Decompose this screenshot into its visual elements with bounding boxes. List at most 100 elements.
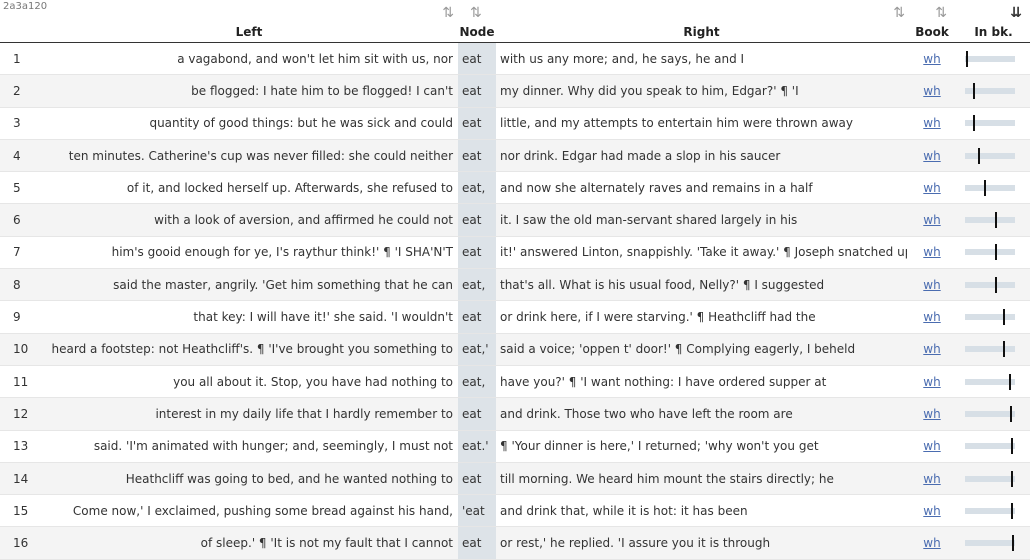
header-row: ⇅ Left ⇅ Node ⇅ Right ⇅ Book ⇊ In bk. [0,0,1030,43]
left-context: a vagabond, and won't let him sit with u… [40,42,458,76]
right-context: that's all. What is his usual food, Nell… [496,268,907,302]
right-context: it. I saw the old man-servant shared lar… [496,203,907,237]
table-row: 3 quantity of good things: but he was sic… [0,107,1030,140]
node-word: eat, [458,171,496,205]
row-number: 10 [0,333,40,366]
book-link[interactable]: wh [923,439,940,453]
row-number: 11 [0,365,40,399]
header-book-label: Book [915,25,949,39]
position-track [965,535,1015,552]
position-track [965,438,1015,455]
right-context: my dinner. Why did you speak to him, Edg… [496,74,907,108]
sort-desc-icon[interactable]: ⇊ [1010,6,1022,20]
node-word: eat [458,107,496,140]
position-marker [994,212,997,229]
table-row: 7 him's gooid enough for ye, I's raythur … [0,236,1030,270]
in-book-position [957,462,1030,496]
row-number: 12 [0,397,40,431]
book-link[interactable]: wh [923,310,940,324]
row-number: 15 [0,494,40,528]
book-link[interactable]: wh [923,84,940,98]
book-link[interactable]: wh [923,342,940,356]
in-book-position [957,203,1030,237]
in-book-position [957,236,1030,270]
book-link[interactable]: wh [923,375,940,389]
book-link[interactable]: wh [923,116,940,130]
book-link[interactable]: wh [923,149,940,163]
row-number: 2 [0,74,40,108]
right-context: and now she alternately raves and remain… [496,171,907,205]
header-num [0,0,40,43]
book-cell: wh [907,430,957,463]
node-word: eat [458,526,496,560]
position-marker [978,147,981,164]
header-right[interactable]: ⇅ Right [496,0,907,43]
table-row: 13 said. 'I'm animated with hunger; and, … [0,430,1030,463]
node-word: eat,' [458,333,496,366]
book-cell: wh [907,107,957,140]
position-track [965,179,1015,196]
book-link[interactable]: wh [923,472,940,486]
book-cell: wh [907,139,957,173]
table-row: 2 be flogged: I hate him to be flogged! I… [0,74,1030,108]
position-track [965,405,1015,422]
in-book-position [957,139,1030,173]
sort-right-icon[interactable]: ⇅ [893,6,905,20]
book-link[interactable]: wh [923,245,940,259]
right-context: and drink. Those two who have left the r… [496,397,907,431]
position-track [965,373,1015,390]
book-link[interactable]: wh [923,504,940,518]
in-book-position [957,268,1030,302]
book-cell: wh [907,268,957,302]
in-book-position [957,333,1030,366]
position-marker [1003,309,1006,326]
position-track [965,341,1015,358]
header-inbk[interactable]: ⇊ In bk. [957,0,1030,43]
sort-left-icon[interactable]: ⇅ [442,6,454,20]
node-word: eat.' [458,430,496,463]
right-context: or rest,' he replied. 'I assure you it i… [496,526,907,560]
node-word: eat [458,300,496,334]
book-link[interactable]: wh [923,536,940,550]
table-row: 11 you all about it. Stop, you have had n… [0,365,1030,399]
left-context: that key: I will have it!' she said. 'I … [40,300,458,334]
book-link[interactable]: wh [923,407,940,421]
position-track [965,82,1015,99]
book-link[interactable]: wh [923,181,940,195]
position-marker [1003,341,1006,358]
right-context: it!' answered Linton, snappishly. 'Take … [496,236,907,270]
header-node[interactable]: ⇅ Node [458,0,496,43]
left-context: ten minutes. Catherine's cup was never f… [40,139,458,173]
book-link[interactable]: wh [923,278,940,292]
header-left[interactable]: ⇅ Left [40,0,458,43]
row-number: 9 [0,300,40,334]
table-row: 10 heard a footstep: not Heathcliff's. ¶ … [0,333,1030,366]
left-context: interest in my daily life that I hardly … [40,397,458,431]
left-context: him's gooid enough for ye, I's raythur t… [40,236,458,270]
in-book-position [957,430,1030,463]
right-context: little, and my attempts to entertain him… [496,107,907,140]
position-track [965,502,1015,519]
right-context: ¶ 'Your dinner is here,' I returned; 'wh… [496,430,907,463]
position-marker [1010,470,1013,487]
sort-book-icon[interactable]: ⇅ [935,6,947,20]
book-link[interactable]: wh [923,52,940,66]
table-row: 9 that key: I will have it!' she said. 'I… [0,300,1030,334]
in-book-position [957,526,1030,560]
row-number: 16 [0,526,40,560]
left-context: Heathcliff was going to bed, and he want… [40,462,458,496]
book-cell: wh [907,203,957,237]
in-book-position [957,300,1030,334]
node-word: eat [458,74,496,108]
in-book-position [957,74,1030,108]
right-context: and drink that, while it is hot: it has … [496,494,907,528]
table-row: 16 of sleep.' ¶ 'It is not my fault that … [0,526,1030,560]
concordance-table: ⇅ Left ⇅ Node ⇅ Right ⇅ Book ⇊ In bk. 1a… [0,0,1030,560]
row-number: 1 [0,42,40,76]
position-track [965,115,1015,132]
sort-node-icon[interactable]: ⇅ [470,6,482,20]
book-link[interactable]: wh [923,213,940,227]
header-book[interactable]: ⇅ Book [907,0,957,43]
right-context: till morning. We heard him mount the sta… [496,462,907,496]
position-marker [994,244,997,261]
